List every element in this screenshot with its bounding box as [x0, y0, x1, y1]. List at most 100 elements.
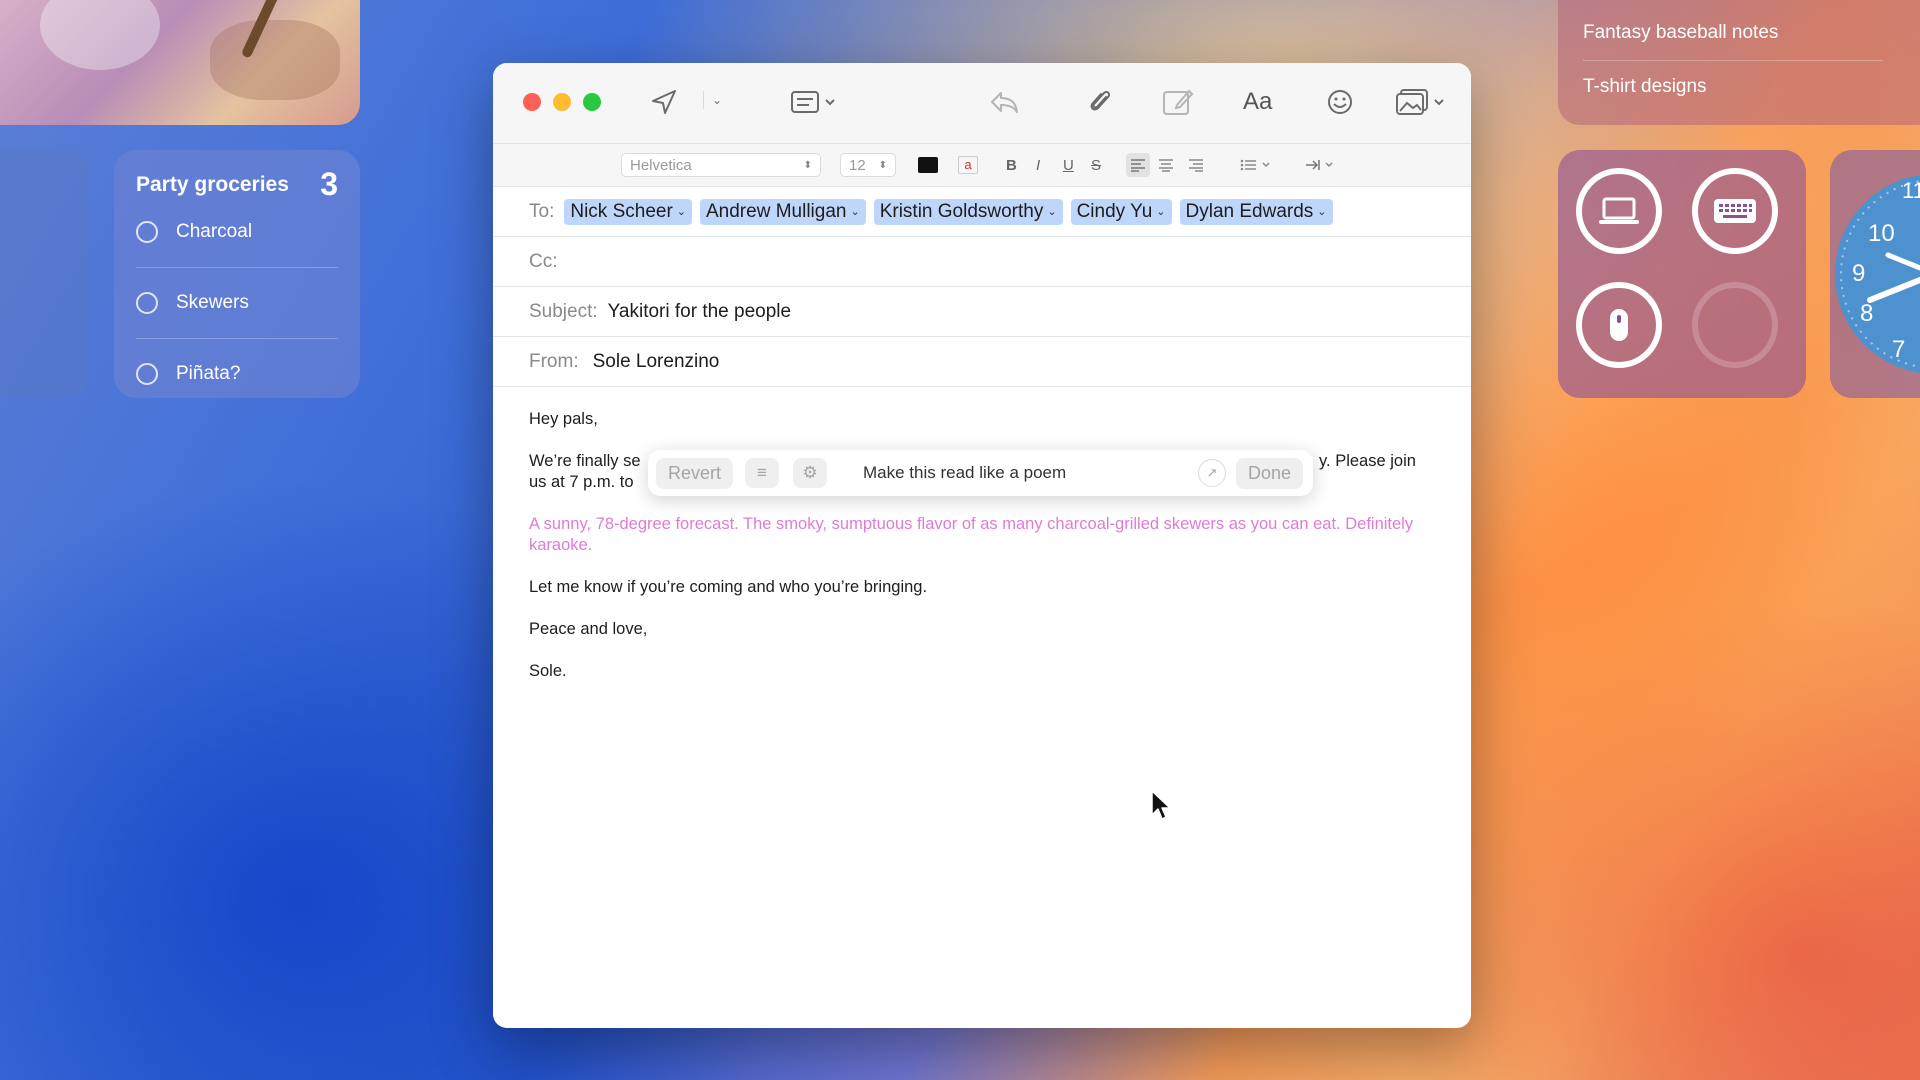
to-label: To: [529, 200, 555, 222]
font-icon[interactable]: Aa [1243, 87, 1272, 117]
bold-button[interactable]: B [1006, 153, 1017, 177]
note-item[interactable]: Fantasy baseball notes [1583, 0, 1883, 61]
clock-number: 7 [1892, 336, 1906, 363]
cc-label: Cc: [529, 250, 558, 272]
revert-button[interactable]: Revert [656, 457, 734, 489]
gear-icon[interactable]: ⚙ [793, 458, 828, 488]
photo-browser-icon[interactable] [1395, 87, 1449, 117]
subject-field[interactable]: Subject: Yakitori for the people [493, 287, 1471, 337]
list-style-icon[interactable] [1240, 153, 1272, 177]
reminder-label: Piñata? [176, 363, 241, 384]
body-greeting: Hey pals, [529, 410, 598, 428]
recipient-chip[interactable]: Nick Scheer ⌄ [564, 198, 692, 225]
font-size-select[interactable]: 12 ⬍ [840, 153, 896, 177]
body-text: us at 7 p.m. to [529, 473, 634, 491]
font-size-value: 12 [849, 156, 866, 174]
to-field[interactable]: To: Nick Scheer ⌄ Andrew Mulligan ⌄ Kristi… [493, 187, 1471, 237]
align-center-icon[interactable] [1158, 153, 1174, 177]
chevron-down-icon: ⌄ [1317, 206, 1327, 218]
chevron-down-icon: ⌄ [676, 206, 686, 218]
align-right-icon[interactable] [1188, 153, 1204, 177]
recipient-name: Cindy Yu [1076, 200, 1153, 222]
from-field[interactable]: From: Sole Lorenzino [493, 337, 1471, 387]
body-signoff: Peace and love, [529, 620, 648, 638]
markup-icon[interactable] [1161, 87, 1195, 117]
text-color-swatch[interactable] [918, 153, 938, 177]
minimize-button[interactable] [553, 93, 571, 111]
align-left-icon[interactable] [1126, 153, 1150, 177]
zoom-button[interactable] [583, 93, 601, 111]
recipient-chip[interactable]: Cindy Yu ⌄ [1070, 198, 1172, 225]
reminders-widget[interactable]: Party groceries 3 Charcoal Skewers Piñat… [114, 150, 360, 398]
chevron-down-icon: ⌄ [850, 206, 860, 218]
highlight-color-icon[interactable]: a [958, 153, 978, 177]
recipient-chip[interactable]: Kristin Goldsworthy ⌄ [873, 198, 1063, 225]
reminder-item[interactable]: Charcoal [136, 197, 338, 268]
battery-ring-laptop [1576, 168, 1662, 254]
mail-compose-window[interactable]: ⌄ Aa Helvetica ⬍ 12 ⬍ a B I U S To: Nick… [493, 63, 1471, 1028]
reminders-count: 3 [320, 166, 338, 202]
reminder-item[interactable]: Skewers [136, 268, 338, 339]
recipient-chip[interactable]: Dylan Edwards ⌄ [1179, 198, 1333, 225]
reminder-item[interactable]: Piñata? [136, 339, 338, 409]
header-fields-icon[interactable] [790, 87, 840, 117]
done-button[interactable]: Done [1235, 457, 1303, 489]
recipient-name: Andrew Mulligan [706, 200, 847, 222]
rewrite-prompt[interactable]: Make this read like a poem [863, 463, 1198, 483]
mouse-icon [1610, 309, 1628, 341]
clock-number: 11 [1902, 178, 1920, 203]
cc-field[interactable]: Cc: [493, 237, 1471, 287]
updown-icon: ⬍ [803, 159, 812, 171]
submit-icon[interactable]: ↗ [1197, 459, 1226, 487]
message-body[interactable]: Hey pals, We’re finally se y. Please joi… [493, 387, 1471, 725]
body-text: y. Please join [1319, 452, 1416, 470]
from-label: From: [529, 350, 579, 372]
notes-widget[interactable]: Fantasy baseball notes T-shirt designs [1558, 0, 1920, 125]
reply-icon[interactable] [988, 87, 1020, 117]
widget-partial[interactable] [0, 150, 88, 398]
photo-content [210, 20, 340, 100]
rewritten-text: A sunny, 78-degree forecast. The smoky, … [529, 515, 1414, 554]
close-button[interactable] [523, 93, 541, 111]
recipient-name: Nick Scheer [570, 200, 673, 222]
clock-widget[interactable]: 11 10 9 8 7 [1830, 150, 1920, 398]
indent-icon[interactable] [1305, 153, 1337, 177]
recipient-name: Dylan Edwards [1185, 200, 1314, 222]
emoji-icon[interactable] [1325, 87, 1355, 117]
attachment-icon[interactable] [1085, 87, 1115, 117]
reminder-label: Skewers [176, 292, 249, 313]
reminders-list-title: Party groceries [136, 172, 289, 196]
reminder-checkbox[interactable] [136, 292, 158, 314]
format-bar: Helvetica ⬍ 12 ⬍ a B I U S [493, 144, 1471, 187]
from-value[interactable]: Sole Lorenzino [593, 351, 720, 373]
underline-button[interactable]: U [1063, 153, 1074, 177]
chevron-down-icon[interactable]: ⌄ [703, 91, 722, 109]
reminder-checkbox[interactable] [136, 221, 158, 243]
strikethrough-button[interactable]: S [1091, 153, 1101, 177]
recipient-name: Kristin Goldsworthy [879, 200, 1044, 222]
reminder-label: Charcoal [176, 221, 253, 242]
battery-ring-mouse [1576, 282, 1662, 368]
photo-widget[interactable] [0, 0, 360, 125]
mouse-pointer-icon [1150, 789, 1172, 826]
send-icon[interactable] [648, 87, 680, 117]
font-family-select[interactable]: Helvetica ⬍ [621, 153, 821, 177]
reminder-checkbox[interactable] [136, 363, 158, 385]
subject-value[interactable]: Yakitori for the people [608, 301, 791, 323]
summary-icon[interactable]: ≡ [745, 458, 780, 488]
body-paragraph: Let me know if you’re coming and who you… [529, 578, 928, 596]
clock-number: 8 [1860, 300, 1874, 327]
subject-label: Subject: [529, 300, 598, 322]
battery-ring-empty [1692, 282, 1778, 368]
chevron-down-icon: ⌄ [1156, 206, 1166, 218]
battery-ring-keyboard [1692, 168, 1778, 254]
recipient-chip[interactable]: Andrew Mulligan ⌄ [700, 198, 866, 225]
updown-icon: ⬍ [878, 159, 887, 171]
chevron-down-icon: ⌄ [1047, 206, 1057, 218]
toolbar: ⌄ Aa [493, 63, 1471, 144]
batteries-widget[interactable] [1558, 150, 1806, 398]
note-item[interactable]: T-shirt designs [1583, 61, 1883, 121]
italic-button[interactable]: I [1036, 153, 1040, 177]
keyboard-icon [1714, 199, 1756, 223]
clock-number: 10 [1868, 220, 1895, 247]
